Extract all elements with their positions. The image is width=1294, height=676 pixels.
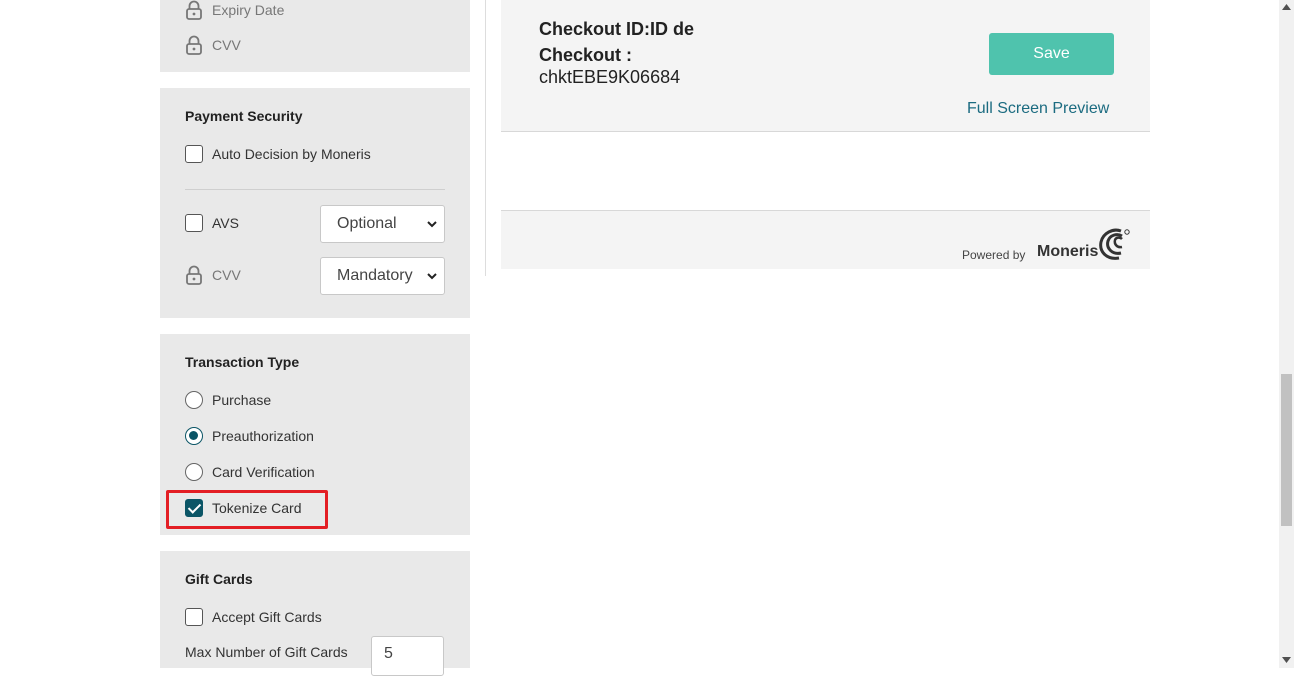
checkout-id-heading: Checkout ID:ID de Checkout : [539,16,694,68]
cvv-security-row: CVV [185,265,241,285]
purchase-label: Purchase [212,392,272,408]
payment-security-panel: Payment Security Auto Decision by Moneri… [160,88,470,318]
accept-gift-cards-checkbox[interactable] [185,608,203,626]
card-fields-panel: Expiry Date CVV [160,0,470,72]
avs-checkbox[interactable] [185,214,203,232]
cvv-select-value: Mandatory [337,267,413,284]
avs-select-value: Optional [337,215,397,232]
chevron-down-icon [427,221,437,228]
full-screen-preview-link[interactable]: Full Screen Preview [967,100,1109,118]
max-gift-cards-row: Max Number of Gift Cards [185,644,348,660]
scroll-down-arrow-icon[interactable] [1282,657,1291,663]
checkout-preview: Checkout ID:ID de Checkout : chktEBE9K06… [501,0,1150,269]
scrollbar-thumb[interactable] [1281,374,1292,526]
card-verification-label: Card Verification [212,464,315,480]
powered-by-label: Powered by [962,248,1026,262]
save-button[interactable]: Save [989,33,1114,75]
preauthorization-radio[interactable] [185,427,203,445]
gift-cards-panel: Gift Cards Accept Gift Cards Max Number … [160,551,470,676]
expiry-date-label: Expiry Date [212,2,285,18]
accept-gift-cards-label: Accept Gift Cards [212,609,322,625]
purchase-radio[interactable] [185,391,203,409]
divider [185,189,445,190]
max-gift-cards-input[interactable]: 5 [371,636,444,676]
max-gift-cards-value: 5 [384,645,393,662]
checkout-id-line1: Checkout ID:ID de [539,19,695,39]
scroll-up-arrow-icon[interactable] [1282,4,1291,10]
lock-icon [186,0,202,20]
lock-icon [186,265,202,285]
cvv-security-label: CVV [212,267,241,283]
panel-title: Transaction Type [185,354,300,370]
column-divider [485,0,486,276]
moneris-logo-icon [1099,228,1130,260]
max-gift-cards-label: Max Number of Gift Cards [185,644,348,660]
tokenize-card-highlight [166,490,328,529]
checkout-id-value: chktEBE9K06684 [539,67,681,87]
preauthorization-option[interactable]: Preauthorization [185,427,314,445]
lock-icon [186,35,202,55]
cvv-field-row: CVV [185,35,241,55]
auto-decision-label: Auto Decision by Moneris [212,146,371,162]
checkout-id-line2: Checkout : [539,45,633,65]
chevron-down-icon [427,273,437,280]
card-verification-radio[interactable] [185,463,203,481]
cvv-label: CVV [212,37,241,53]
card-verification-option[interactable]: Card Verification [185,463,315,481]
panel-title: Payment Security [185,108,303,124]
avs-row[interactable]: AVS [185,214,239,232]
preview-body [501,131,1150,211]
avs-select[interactable]: Optional [320,205,445,243]
cvv-select[interactable]: Mandatory [320,257,445,295]
panel-title: Gift Cards [185,571,253,587]
expiry-date-row: Expiry Date [185,0,284,20]
purchase-option[interactable]: Purchase [185,391,271,409]
avs-label: AVS [212,215,239,231]
accept-gift-cards-row[interactable]: Accept Gift Cards [185,608,322,626]
preauthorization-label: Preauthorization [212,428,314,444]
page-scrollbar[interactable] [1279,0,1294,668]
auto-decision-checkbox[interactable] [185,145,203,163]
moneris-brand-text: Moneris [1037,243,1099,260]
auto-decision-row[interactable]: Auto Decision by Moneris [185,145,371,163]
